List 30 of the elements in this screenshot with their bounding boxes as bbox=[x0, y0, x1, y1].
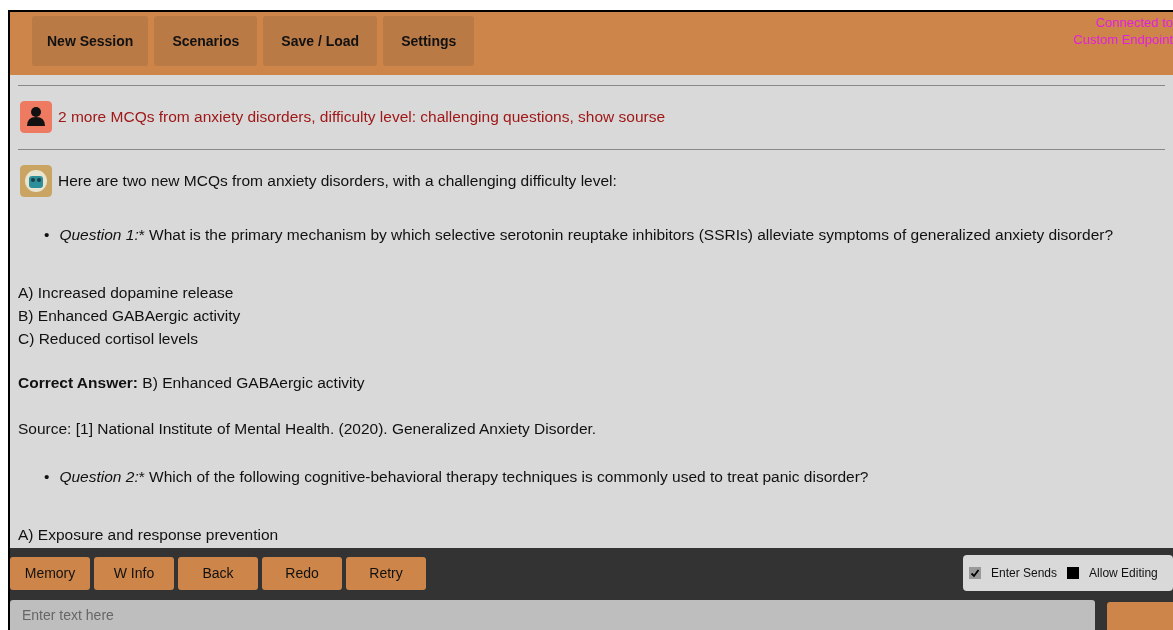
menu-button[interactable]: New Session bbox=[32, 16, 149, 66]
bullet: • bbox=[44, 467, 50, 487]
action-button[interactable]: Back bbox=[178, 556, 258, 590]
connection-status: Custom Endpoint bbox=[1073, 31, 1173, 48]
action-button[interactable]: Retry bbox=[346, 556, 426, 590]
message-input[interactable]: Enter text here bbox=[10, 600, 1095, 630]
bot-avatar-icon bbox=[20, 165, 52, 197]
menu-button[interactable]: Save / Load bbox=[263, 16, 378, 66]
question-text: Question 2:* Which of the following cognitive-behavioral therapy techniques is commonly used to treat panic disorder? bbox=[59, 467, 869, 487]
question-text: Question 1:* What is the primary mechanism by which selective serotonin reuptake inhibitors (SSRIs) alleviate symptoms of generalized anxiety disorder? bbox=[59, 225, 1114, 245]
checkbox-label: Allow Editing bbox=[1089, 566, 1158, 580]
answer-option: B) Enhanced GABAergic activity bbox=[18, 304, 1165, 327]
user-message: 2 more MCQs from anxiety disorders, difficulty level: challenging questions, show sourse bbox=[58, 108, 666, 126]
answer-option: A) Increased dopamine release bbox=[18, 281, 1165, 304]
menu-button[interactable]: Scenarios bbox=[154, 16, 258, 66]
bot-message: Here are two new MCQs from anxiety disorders, with a challenging difficulty level: bbox=[58, 172, 617, 190]
checkbox[interactable] bbox=[969, 567, 981, 579]
answer-option: C) Reduced cortisol levels bbox=[18, 327, 1165, 350]
source-text: Source: [1] National Institute of Mental Health. (2020). Generalized Anxiety Disorder. bbox=[18, 419, 598, 439]
user-avatar-icon bbox=[20, 101, 52, 133]
action-button[interactable]: W Info bbox=[94, 556, 174, 590]
bullet: • bbox=[44, 225, 50, 245]
action-button[interactable]: Memory bbox=[10, 556, 90, 590]
action-button[interactable]: Redo bbox=[262, 556, 342, 590]
checkbox-label: Enter Sends bbox=[991, 566, 1058, 580]
checkbox[interactable] bbox=[1067, 567, 1080, 579]
answer-option: A) Exposure and response prevention bbox=[18, 523, 1165, 546]
correct-answer-text: Correct Answer: B) Enhanced GABAergic activity bbox=[18, 373, 366, 393]
connection-status: Connected to bbox=[1094, 14, 1173, 31]
menu-button[interactable]: Settings bbox=[383, 16, 475, 66]
